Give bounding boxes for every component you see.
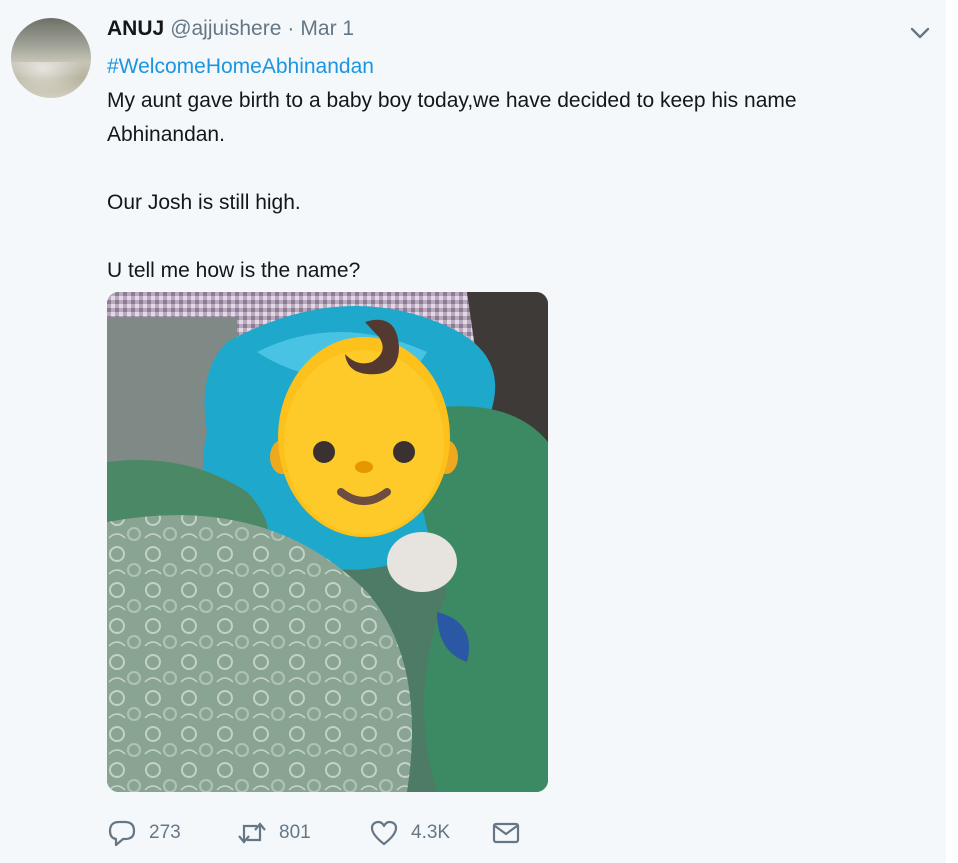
photo-image (107, 292, 548, 792)
author-handle[interactable]: @ajjuishere (170, 17, 281, 41)
reply-button[interactable]: 273 (107, 819, 237, 847)
separator-dot: · (287, 17, 295, 40)
tweet-line-blank (107, 220, 927, 254)
reply-icon (108, 820, 136, 847)
chevron-down-icon[interactable] (906, 22, 934, 44)
retweet-count: 801 (279, 822, 311, 843)
author-name[interactable]: ANUJ (107, 17, 164, 41)
direct-message-button[interactable] (491, 819, 521, 847)
like-button[interactable]: 4.3K (369, 819, 491, 847)
tweet-header: ANUJ @ajjuishere · Mar 1 (107, 17, 354, 45)
retweet-button[interactable]: 801 (237, 819, 369, 847)
tweet: ANUJ @ajjuishere · Mar 1 #WelcomeHomeAbh… (0, 0, 958, 863)
tweet-line: My aunt gave birth to a baby boy today,w… (107, 89, 797, 112)
avatar[interactable] (11, 18, 91, 98)
tweet-line: U tell me how is the name? (107, 259, 361, 282)
reply-count: 273 (149, 822, 181, 843)
tweet-line: Abhinandan. (107, 123, 225, 146)
tweet-text: #WelcomeHomeAbhinandan My aunt gave birt… (107, 50, 927, 288)
tweet-photo[interactable] (107, 292, 548, 792)
like-count: 4.3K (411, 822, 451, 843)
heart-icon (370, 820, 398, 846)
tweet-line: Our Josh is still high. (107, 191, 301, 214)
tweet-date[interactable]: Mar 1 (300, 17, 354, 41)
retweet-icon (238, 822, 266, 844)
tweet-actions: 273 801 4.3K (107, 815, 521, 851)
tweet-line-blank (107, 152, 927, 186)
hashtag-link[interactable]: #WelcomeHomeAbhinandan (107, 55, 374, 78)
page-edge (946, 0, 958, 863)
envelope-icon (492, 822, 520, 844)
